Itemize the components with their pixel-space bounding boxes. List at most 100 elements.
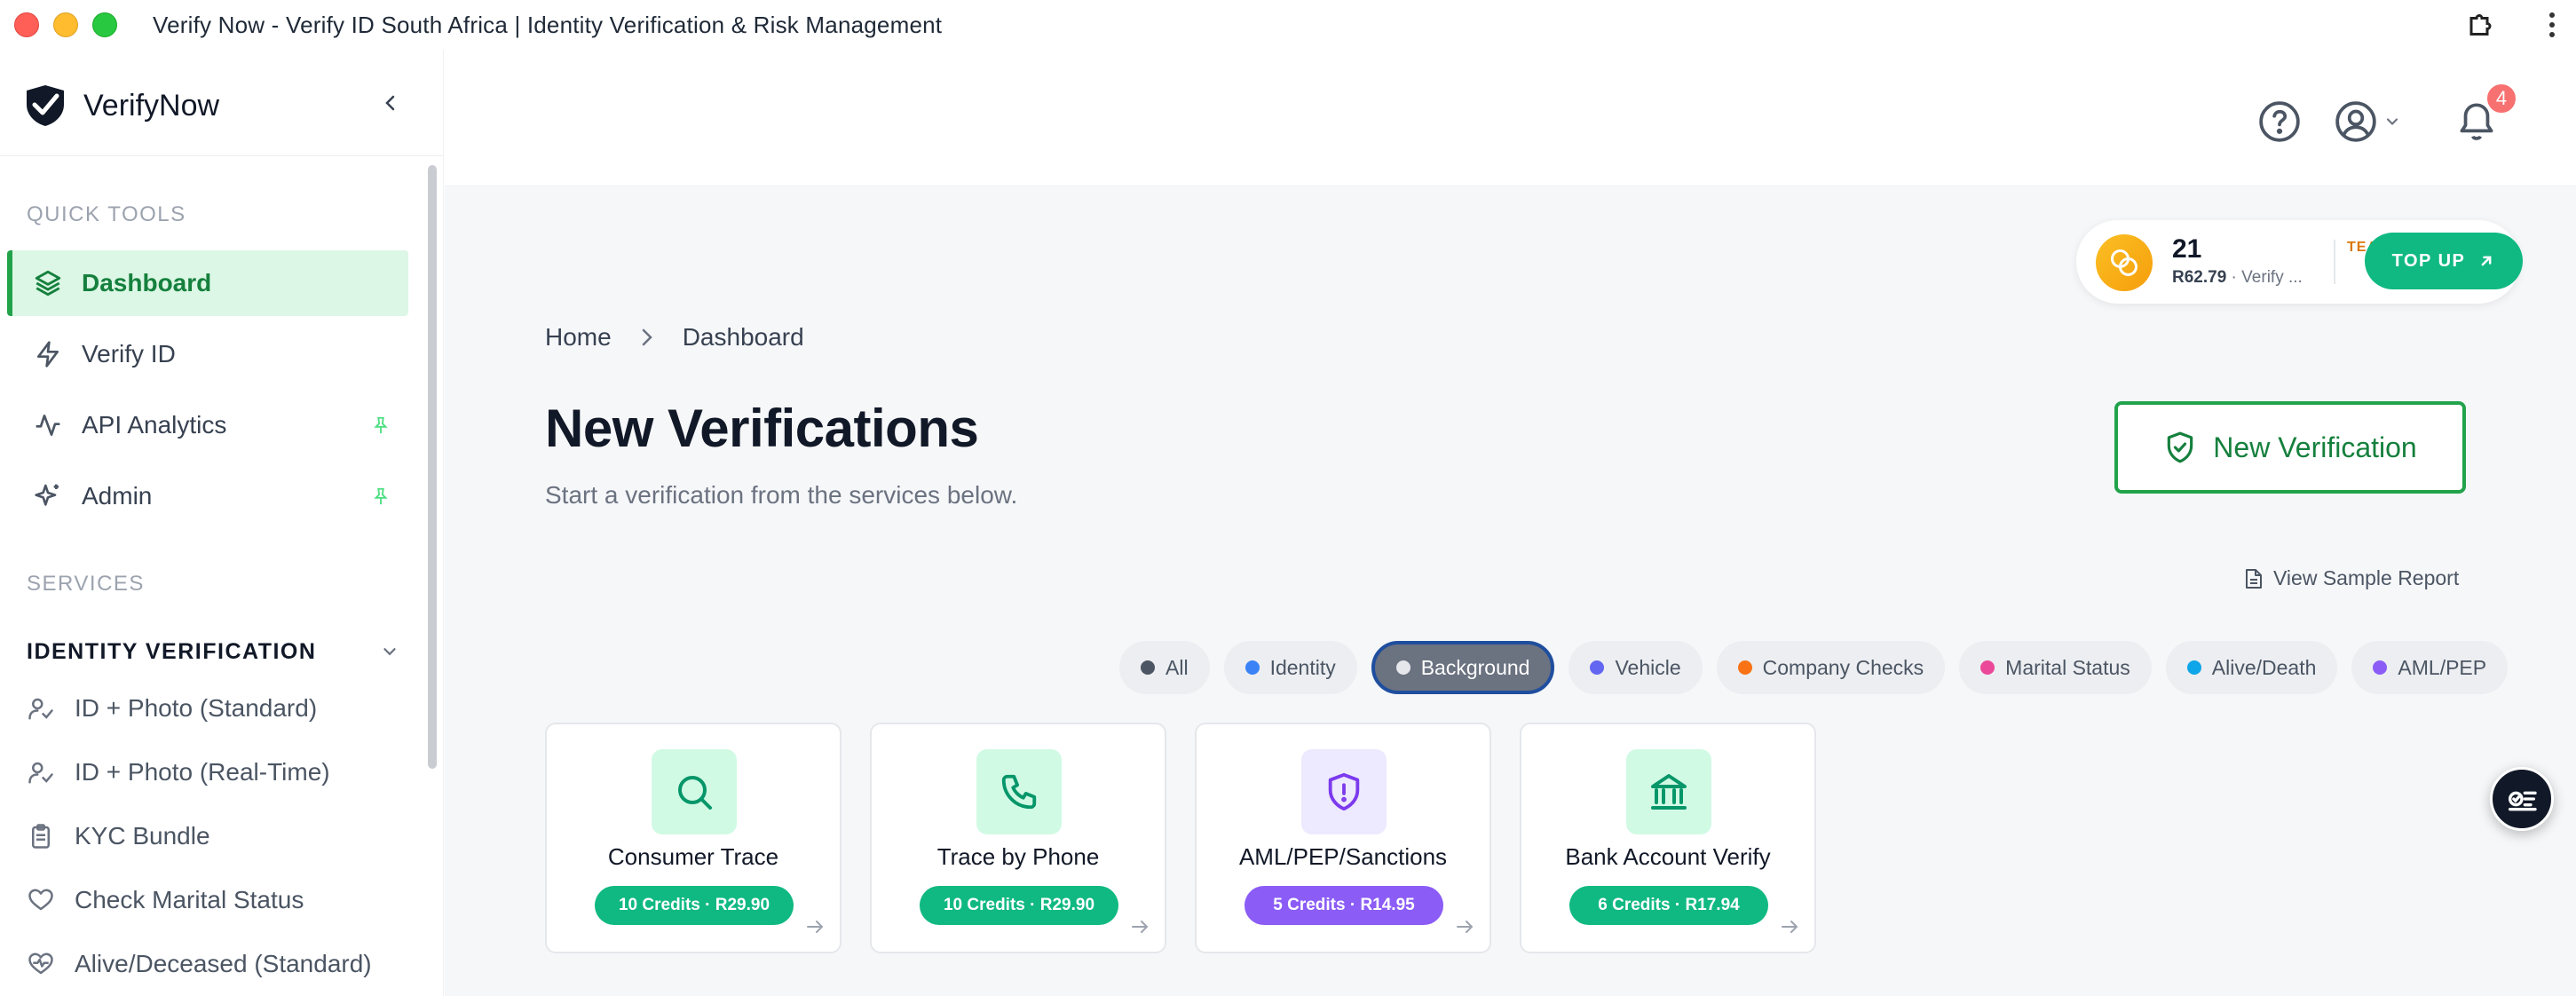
sidebar-item-id-photo-realtime[interactable]: ID + Photo (Real-Time) bbox=[27, 755, 330, 790]
arrow-right-icon[interactable] bbox=[1129, 916, 1150, 937]
price-badge: 10 Credits · R29.90 bbox=[920, 886, 1118, 925]
shield-check-icon bbox=[2168, 431, 2193, 463]
filter-aml-pep[interactable]: AML/PEP bbox=[2351, 641, 2509, 694]
heart-icon bbox=[27, 886, 55, 914]
sidebar-item-dashboard[interactable]: Dashboard bbox=[7, 250, 408, 316]
filter-identity[interactable]: Identity bbox=[1223, 641, 1357, 694]
services-label: SERVICES bbox=[27, 572, 145, 596]
arrow-right-icon[interactable] bbox=[804, 916, 826, 937]
price-badge: 5 Credits · R14.95 bbox=[1245, 886, 1443, 925]
phone-icon bbox=[976, 749, 1062, 834]
lightning-icon bbox=[30, 336, 66, 372]
card-title: AML/PEP/Sanctions bbox=[1238, 843, 1448, 870]
user-avatar-icon bbox=[2335, 101, 2376, 142]
brand-name: VerifyNow bbox=[83, 89, 220, 123]
chevron-down-icon bbox=[383, 648, 396, 656]
sidebar-item-label: ID + Photo (Real-Time) bbox=[75, 758, 330, 786]
heart-pulse-icon bbox=[27, 950, 55, 978]
card-title: Bank Account Verify bbox=[1565, 843, 1771, 870]
filter-label: Background bbox=[1420, 655, 1530, 679]
quick-actions-fab[interactable] bbox=[2490, 767, 2554, 831]
card-title: Consumer Trace bbox=[607, 843, 779, 870]
service-card-trace-by-phone[interactable]: Trace by Phone 10 Credits · R29.90 bbox=[870, 723, 1166, 953]
search-icon bbox=[652, 749, 737, 834]
sidebar-item-label: Admin bbox=[82, 482, 153, 510]
browser-menu-icon[interactable] bbox=[2546, 7, 2558, 43]
pin-icon[interactable] bbox=[371, 414, 391, 437]
sidebar-item-id-photo-standard[interactable]: ID + Photo (Standard) bbox=[27, 691, 317, 726]
sidebar-item-admin[interactable]: Admin bbox=[7, 463, 408, 529]
clipboard-icon bbox=[27, 822, 55, 850]
top-up-button[interactable]: TOP UP bbox=[2365, 233, 2523, 289]
filter-alive-death[interactable]: Alive/Death bbox=[2165, 641, 2338, 694]
sidebar-item-check-marital-status[interactable]: Check Marital Status bbox=[27, 882, 304, 918]
filter-dot bbox=[1395, 660, 1410, 675]
new-verification-button[interactable]: New Verification bbox=[2114, 401, 2466, 494]
filter-background[interactable]: Background bbox=[1371, 641, 1555, 694]
collapse-sidebar-icon[interactable] bbox=[380, 92, 401, 114]
sparkles-icon bbox=[30, 478, 66, 514]
arrow-right-icon[interactable] bbox=[1454, 916, 1475, 937]
top-up-label: TOP UP bbox=[2391, 250, 2466, 271]
filter-all[interactable]: All bbox=[1119, 641, 1210, 694]
identity-verification-group[interactable]: IDENTITY VERIFICATION bbox=[27, 634, 399, 669]
divider bbox=[2334, 240, 2335, 284]
sidebar-item-label: Verify ID bbox=[82, 340, 176, 368]
help-icon[interactable] bbox=[2257, 99, 2302, 144]
user-check-icon bbox=[27, 758, 55, 787]
main-content: 4 21 R62.79 · Verify ... TEAM TOP UP Hom… bbox=[445, 50, 2576, 996]
breadcrumb-home[interactable]: Home bbox=[545, 323, 612, 352]
group-label: IDENTITY VERIFICATION bbox=[27, 638, 317, 664]
breadcrumb: Home Dashboard bbox=[545, 323, 804, 352]
maximize-window-button[interactable] bbox=[92, 12, 117, 37]
service-card-consumer-trace[interactable]: Consumer Trace 10 Credits · R29.90 bbox=[545, 723, 842, 953]
list-settings-icon bbox=[2509, 791, 2537, 811]
view-sample-report-link[interactable]: View Sample Report bbox=[2245, 566, 2459, 590]
sidebar-item-alive-deceased[interactable]: Alive/Deceased (Standard) bbox=[27, 946, 372, 982]
pin-icon[interactable] bbox=[371, 485, 391, 508]
top-header: 4 bbox=[445, 50, 2576, 186]
filter-dot bbox=[2373, 660, 2388, 675]
filter-dot bbox=[1141, 660, 1155, 675]
filter-label: Vehicle bbox=[1615, 655, 1681, 679]
credit-plan: Verify ... bbox=[2241, 268, 2303, 287]
arrow-right-icon[interactable] bbox=[1779, 916, 1800, 937]
sidebar-item-label: Check Marital Status bbox=[75, 886, 304, 913]
sidebar-item-label: Dashboard bbox=[82, 269, 212, 296]
minimize-window-button[interactable] bbox=[53, 12, 78, 37]
category-filters: All Identity Background Vehicle Company … bbox=[1119, 641, 2509, 694]
credit-amount: R62.79 bbox=[2172, 268, 2227, 287]
sidebar-item-kyc-bundle[interactable]: KYC Bundle bbox=[27, 818, 210, 854]
service-card-bank-account-verify[interactable]: Bank Account Verify 6 Credits · R17.94 bbox=[1520, 723, 1816, 953]
filter-label: Alive/Death bbox=[2211, 655, 2317, 679]
verifynow-logo-icon[interactable] bbox=[23, 83, 67, 128]
card-title: Trace by Phone bbox=[936, 843, 1100, 870]
arrow-up-right-icon bbox=[2481, 256, 2492, 266]
close-window-button[interactable] bbox=[14, 12, 39, 37]
sidebar-item-label: ID + Photo (Standard) bbox=[75, 694, 318, 722]
filter-vehicle[interactable]: Vehicle bbox=[1569, 641, 1703, 694]
filter-company-checks[interactable]: Company Checks bbox=[1716, 641, 1946, 694]
credit-count: 21 bbox=[2172, 234, 2202, 264]
filter-marital-status[interactable]: Marital Status bbox=[1959, 641, 2152, 694]
sidebar-item-label: API Analytics bbox=[82, 411, 227, 439]
chevron-down-icon bbox=[2386, 118, 2398, 125]
filter-dot bbox=[1980, 660, 1995, 675]
layers-icon bbox=[30, 265, 66, 301]
filter-dot bbox=[1245, 660, 1260, 675]
filter-dot bbox=[2186, 660, 2201, 675]
sidebar-item-api-analytics[interactable]: API Analytics bbox=[7, 392, 408, 458]
window-titlebar: Verify Now - Verify ID South Africa | Id… bbox=[0, 0, 2576, 50]
filter-dot bbox=[1590, 660, 1605, 675]
price-badge: 6 Credits · R17.94 bbox=[1569, 886, 1768, 925]
breadcrumb-current: Dashboard bbox=[682, 323, 804, 351]
brand-header: VerifyNow bbox=[0, 50, 444, 156]
user-menu[interactable] bbox=[2334, 99, 2401, 144]
service-card-aml-pep-sanctions[interactable]: AML/PEP/Sanctions 5 Credits · R14.95 bbox=[1195, 723, 1491, 953]
extensions-icon[interactable] bbox=[2466, 9, 2498, 41]
filter-label: Company Checks bbox=[1762, 655, 1924, 679]
sidebar-scrollbar[interactable] bbox=[428, 165, 437, 769]
filter-label: Identity bbox=[1269, 655, 1336, 679]
sidebar-item-verify-id[interactable]: Verify ID bbox=[7, 321, 408, 387]
activity-icon bbox=[30, 407, 66, 443]
